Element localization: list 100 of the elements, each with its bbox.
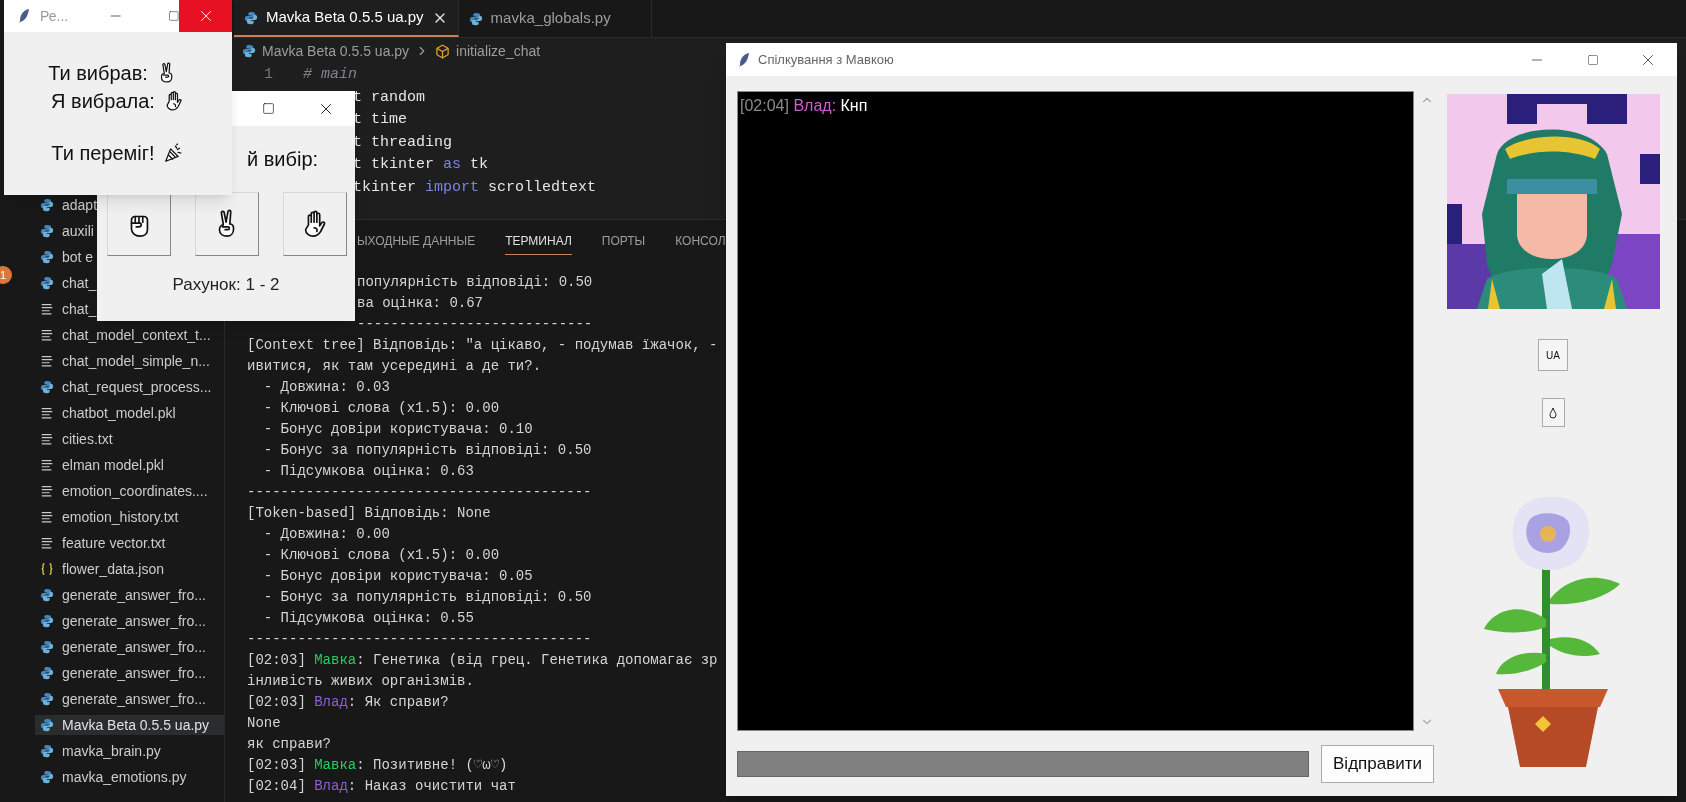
terminal-line: - Підсумкова оцінка: 0.63 <box>262 462 474 481</box>
python-file-icon <box>40 198 54 212</box>
text-file-icon <box>40 328 54 342</box>
file-item[interactable]: flower_data.json <box>35 559 166 579</box>
python-file-icon <box>40 666 54 680</box>
language-button[interactable]: UA <box>1538 339 1568 371</box>
text-file-icon <box>40 354 54 368</box>
file-item[interactable]: chat_ <box>35 273 99 293</box>
python-file-icon <box>40 380 54 394</box>
file-item[interactable]: auxili <box>35 221 96 241</box>
terminal-line: інливість живих організмів. <box>247 672 474 691</box>
python-file-icon <box>40 770 54 784</box>
terminal-line: - Бонус довіри користувача: 0.05 <box>262 567 533 586</box>
droplet-icon <box>1549 406 1557 419</box>
python-file-icon <box>40 276 54 290</box>
file-item[interactable]: chat_model_simple_n... <box>35 351 212 371</box>
choice-button[interactable] <box>283 192 347 256</box>
terminal-line: - Довжина: 0.00 <box>262 525 390 544</box>
choice-button[interactable] <box>195 192 259 256</box>
file-item[interactable]: chat_ <box>35 299 99 319</box>
text-file-icon <box>40 406 54 420</box>
terminal-line: [02:04] Влад: Наказ очистити чат <box>247 777 516 796</box>
terminal-line: популярність відповіді: 0.50 <box>357 273 593 292</box>
text-file-icon <box>40 302 54 316</box>
python-file-icon <box>468 11 483 26</box>
file-item[interactable]: generate_answer_fro... <box>35 689 208 709</box>
code-line: tkinter import scrolledtext <box>353 178 597 198</box>
cube-icon <box>435 43 451 59</box>
score-text: Рахунок: 1 - 2 <box>172 274 280 296</box>
file-item[interactable]: chat_model_context_t... <box>35 325 213 345</box>
result-text: Ти вибрав: <box>48 61 148 86</box>
terminal-line: - Бонус за популярність відповіді: 0.50 <box>262 441 592 460</box>
python-file-icon <box>40 250 54 264</box>
terminal-line: як справи? <box>247 735 331 754</box>
terminal-line: - Ключові слова (x1.5): 0.00 <box>262 399 500 418</box>
python-file-icon <box>242 44 256 58</box>
python-file-icon <box>40 588 54 602</box>
file-item[interactable]: mavka_brain.py <box>35 741 163 761</box>
python-file-icon <box>244 10 258 25</box>
file-item[interactable]: feature vector.txt <box>35 533 168 553</box>
file-item[interactable]: emotion_history.txt <box>35 507 181 527</box>
theme-button[interactable] <box>1541 398 1565 427</box>
terminal-line: ----------------------------------------- <box>247 483 592 502</box>
python-file-icon <box>40 692 54 706</box>
text-file-icon <box>40 432 54 446</box>
choice-button[interactable] <box>107 192 171 256</box>
terminal-line: [02:03] Мавка: Генетика (від грец. Генетика допомагає зр <box>247 651 718 670</box>
terminal-line: ---------------------------- <box>357 315 593 334</box>
maximize-icon[interactable] <box>262 102 275 115</box>
notification-badge: 1 <box>0 266 12 284</box>
file-item[interactable]: generate_answer_fro... <box>35 637 208 657</box>
terminal-line: [Token-based] Відповідь: None <box>247 504 491 523</box>
feather-icon <box>738 51 750 68</box>
terminal-line: ивитися, як там усередині а де ти?. <box>247 357 542 376</box>
code-line: # main <box>303 65 357 86</box>
python-file-icon <box>40 718 54 732</box>
send-button[interactable]: Відправити <box>1321 745 1434 783</box>
file-item[interactable]: mavka_emotions.py <box>35 767 189 787</box>
panel-tab[interactable]: ПОРТЫ <box>601 228 646 254</box>
chat-message: [02:04] Влад: Кнп <box>740 96 869 116</box>
panel-tab[interactable]: КОНСОЛ <box>675 228 726 254</box>
file-item[interactable]: chat_request_process... <box>35 377 214 397</box>
file-item[interactable]: emotion_coordinates.... <box>35 481 210 501</box>
text-file-icon <box>40 458 54 472</box>
terminal-line: ва оцінка: 0.67 <box>357 294 484 313</box>
python-file-icon <box>40 614 54 628</box>
file-item[interactable]: elman model.pkl <box>35 455 166 475</box>
panel-tab[interactable]: ТЕРМИНАЛ <box>505 227 572 255</box>
python-file-icon <box>40 744 54 758</box>
python-file-icon <box>40 640 54 654</box>
file-item[interactable]: adapt <box>35 195 100 215</box>
result-text: Я вибрала: <box>51 89 155 114</box>
text-file-icon <box>40 484 54 498</box>
terminal-line: [02:03] Мавка: Позитивне! (♡ω♡) <box>247 756 508 775</box>
editor-tab[interactable]: mavka_globals.py <box>458 0 652 37</box>
window-title: Спілкування з Мавкою <box>758 50 894 69</box>
file-item[interactable]: generate_answer_fro... <box>35 611 208 631</box>
maximize-icon[interactable] <box>167 10 180 22</box>
choice-prompt: й вибір: <box>247 147 319 172</box>
terminal-line: - Довжина: 0.03 <box>262 378 390 397</box>
file-item[interactable]: chatbot_model.pkl <box>35 403 178 423</box>
message-input[interactable] <box>737 751 1309 777</box>
maximize-icon[interactable] <box>1587 53 1599 66</box>
breadcrumb-symbol[interactable]: initialize_chat <box>456 40 541 62</box>
file-item[interactable]: generate_answer_fro... <box>35 663 208 683</box>
terminal-line: - Підсумкова оцінка: 0.55 <box>262 609 474 628</box>
file-item[interactable]: generate_answer_fro... <box>35 585 208 605</box>
panel-tab[interactable]: ЫХОДНЫЕ ДАННЫЕ <box>357 228 476 254</box>
window-title: Ре... <box>40 6 70 26</box>
editor-tab[interactable]: Mavka Beta 0.5.5 ua.py <box>234 0 459 37</box>
file-item[interactable]: cities.txt <box>35 429 115 449</box>
terminal-line: [02:03] Влад: Як справи? <box>247 693 449 712</box>
text-file-icon <box>40 536 54 550</box>
file-item[interactable]: Mavka Beta 0.5.5 ua.py <box>35 715 224 735</box>
breadcrumb-file[interactable]: Mavka Beta 0.5.5 ua.py <box>262 40 410 62</box>
terminal-line: - Ключові слова (x1.5): 0.00 <box>262 546 500 565</box>
file-item[interactable]: bot e <box>35 247 96 267</box>
terminal-line: ----------------------------------------- <box>247 630 592 649</box>
text-file-icon <box>40 510 54 524</box>
python-file-icon <box>40 224 54 238</box>
